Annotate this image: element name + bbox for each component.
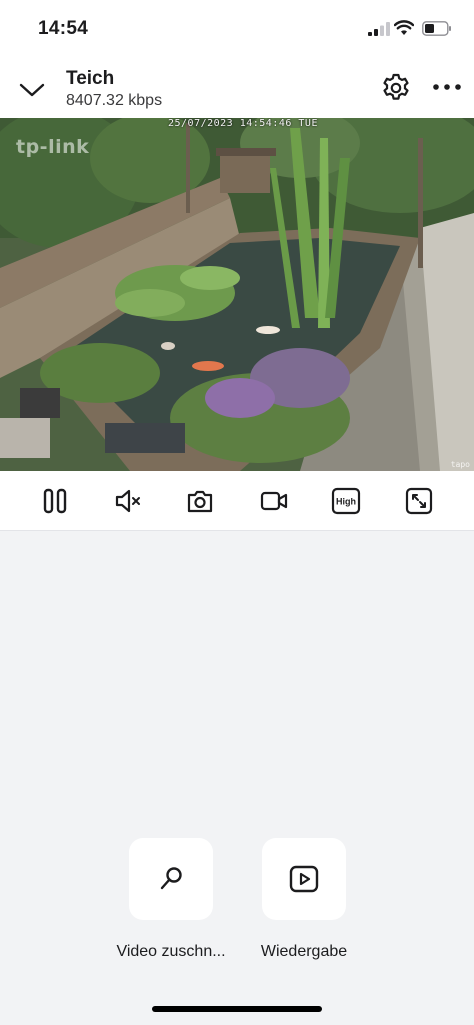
fullscreen-button[interactable] [401, 483, 437, 519]
snapshot-button[interactable] [182, 483, 218, 519]
video-brand-corner: tapo [450, 460, 470, 469]
camera-header: Teich 8407.32 kbps [0, 58, 474, 118]
play-icon [289, 865, 319, 893]
crop-video-label: Video zuschn... [116, 943, 226, 960]
app-root: 14:54 Teich 8407.32 kbps 25/07/2023 14:5… [0, 0, 474, 1025]
camera-snapshot-icon [187, 490, 213, 513]
status-time: 14:54 [38, 18, 89, 39]
chevron-down-icon[interactable] [18, 78, 46, 102]
status-bar: 14:54 [0, 0, 474, 58]
battery-icon [422, 21, 451, 36]
video-record-icon [260, 491, 288, 511]
playback-button[interactable] [262, 838, 346, 920]
cellular-signal-icon [368, 22, 390, 36]
wifi-icon [394, 20, 414, 35]
fullscreen-icon [405, 487, 433, 515]
mute-button[interactable] [110, 483, 146, 519]
live-video-view[interactable]: 25/07/2023 14:54:46 TUE tp-link tapo [0, 118, 474, 471]
video-frame [0, 118, 474, 471]
quality-badge-icon: High [331, 487, 361, 515]
gear-icon[interactable] [380, 72, 412, 104]
video-watermark: tp-link [16, 136, 90, 158]
magnifier-icon [160, 867, 182, 890]
crop-video-button[interactable] [129, 838, 213, 920]
quality-button[interactable]: High [328, 483, 364, 519]
home-indicator[interactable] [152, 1006, 322, 1012]
playback-label: Wiedergabe [260, 943, 348, 960]
pause-icon [43, 488, 67, 514]
camera-name: Teich [66, 68, 115, 89]
record-button[interactable] [256, 483, 292, 519]
live-controls-toolbar: High [0, 471, 474, 531]
ellipsis-icon[interactable] [432, 82, 462, 92]
video-timestamp: 25/07/2023 14:54:46 TUE [168, 118, 318, 129]
bitrate-readout: 8407.32 kbps [66, 92, 163, 109]
speaker-muted-icon [115, 489, 140, 513]
quality-label: High [336, 497, 356, 507]
pause-button[interactable] [37, 483, 73, 519]
